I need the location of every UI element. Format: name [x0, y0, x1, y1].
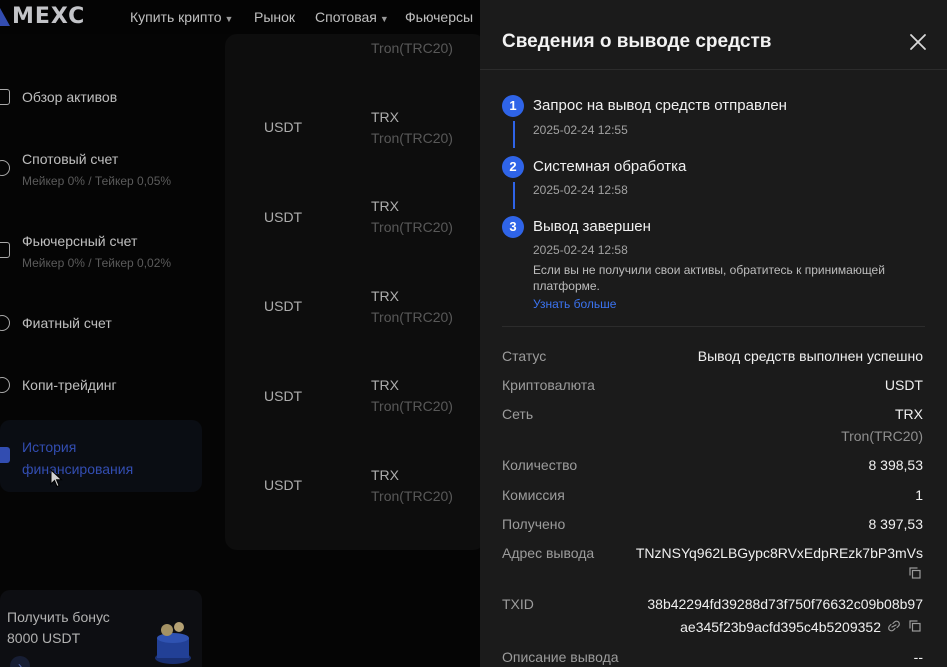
address-value: TNzNSYq962LBGypc8RVxEdpREzk7bP3mVs	[635, 545, 923, 561]
network-full-value: Tron(TRC20)	[841, 428, 923, 444]
fee-value: 1	[915, 487, 923, 503]
close-icon[interactable]	[909, 33, 927, 51]
step-number-badge: 2	[502, 156, 524, 178]
received-value: 8 397,53	[868, 516, 924, 532]
received-label: Получено	[502, 516, 566, 532]
step-title: Запрос на вывод средств отправлен	[533, 97, 787, 114]
amount-label: Количество	[502, 457, 578, 473]
step-title: Системная обработка	[533, 158, 687, 175]
txid-label: TXID	[502, 596, 534, 612]
fee-label: Комиссия	[502, 487, 565, 503]
step-connector	[513, 121, 515, 148]
status-label: Статус	[502, 348, 547, 364]
step-number-badge: 3	[502, 216, 524, 238]
status-value: Вывод средств выполнен успешно	[697, 348, 923, 364]
step-number-badge: 1	[502, 95, 524, 117]
divider	[502, 326, 925, 327]
learn-more-link[interactable]: Узнать больше	[533, 297, 616, 311]
copy-icon[interactable]	[909, 567, 921, 579]
drawer-title: Сведения о выводе средств	[502, 31, 772, 52]
drawer-header: Сведения о выводе средств	[480, 0, 947, 70]
txid-value-line2: ae345f23b9acfd395c4b5209352	[680, 619, 881, 635]
external-link-icon[interactable]	[887, 620, 901, 632]
drawer-backdrop[interactable]	[0, 0, 480, 667]
step-time: 2025-02-24 12:58	[533, 183, 628, 197]
network-value: TRX	[895, 406, 923, 422]
crypto-label: Криптовалюта	[502, 377, 595, 393]
step-time: 2025-02-24 12:55	[533, 123, 628, 137]
step-title: Вывод завершен	[533, 218, 651, 235]
address-label: Адрес вывода	[502, 545, 595, 561]
description-label: Описание вывода	[502, 649, 619, 665]
amount-value: 8 398,53	[868, 457, 924, 473]
withdrawal-details-drawer: Сведения о выводе средств 1 Запрос на вы…	[480, 0, 947, 667]
txid-value-line1: 38b42294fd39288d73f750f76632c09b08b97	[647, 596, 923, 612]
step-connector	[513, 182, 515, 209]
network-label: Сеть	[502, 406, 534, 422]
step-note: Если вы не получили свои активы, обратит…	[533, 263, 885, 293]
crypto-value: USDT	[884, 377, 923, 393]
copy-icon[interactable]	[909, 620, 921, 632]
description-value: --	[913, 649, 923, 665]
step-time: 2025-02-24 12:58	[533, 243, 628, 257]
